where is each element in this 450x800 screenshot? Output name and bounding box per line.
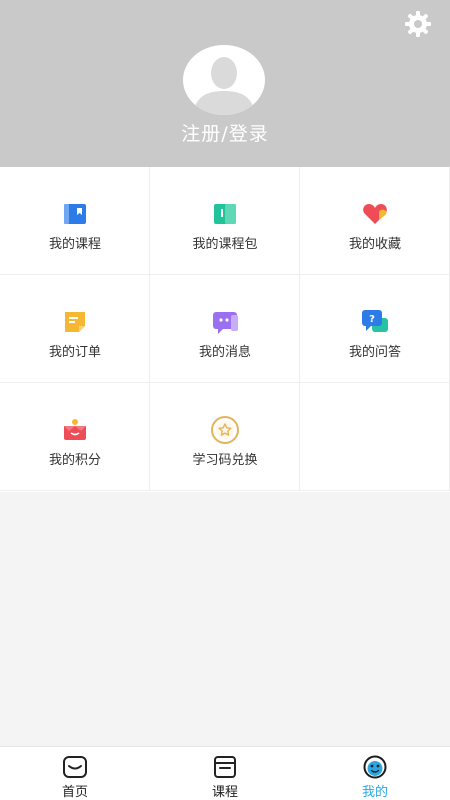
profile-icon (363, 755, 387, 779)
menu-item-my-favorites[interactable]: 我的收藏 (300, 167, 450, 275)
login-register-link[interactable]: 注册/登录 (0, 119, 450, 146)
menu-item-label: 我的课程包 (192, 237, 258, 252)
menu-item-my-orders[interactable]: 我的订单 (0, 275, 150, 383)
course-package-icon (214, 204, 236, 224)
menu-item-label: 我的积分 (48, 453, 101, 468)
menu-empty-cell (300, 383, 450, 491)
menu-item-label: 学习码兑换 (192, 453, 258, 468)
menu-item-label: 我的消息 (198, 345, 251, 360)
menu-item-code-redeem[interactable]: 学习码兑换 (150, 383, 300, 491)
menu-item-label: 我的收藏 (348, 237, 401, 252)
menu-item-my-points[interactable]: 我的积分 (0, 383, 150, 491)
message-bubble-icon (213, 312, 238, 334)
qa-bubble-icon: ? (362, 310, 388, 332)
course-icon (214, 756, 236, 778)
tab-home[interactable]: 首页 (0, 747, 150, 800)
profile-header: 注册/登录 (0, 0, 450, 167)
menu-item-my-course-package[interactable]: 我的课程包 (150, 167, 300, 275)
course-book-icon (64, 204, 86, 224)
tab-courses[interactable]: 课程 (150, 747, 300, 800)
tab-mine[interactable]: 我的 (300, 747, 450, 800)
menu-item-my-qa[interactable]: ? 我的问答 (300, 275, 450, 383)
tab-label: 我的 (361, 785, 388, 800)
menu-grid: 我的课程 我的课程包 我的收藏 我的订单 我的消息 ? 我的问答 我的积分 学习… (0, 167, 450, 492)
points-gift-icon (64, 419, 86, 440)
tab-label: 课程 (211, 785, 238, 800)
bottom-tab-bar: 首页 课程 我的 (0, 746, 450, 800)
menu-item-my-courses[interactable]: 我的课程 (0, 167, 150, 275)
order-note-icon (65, 312, 85, 332)
menu-item-label: 我的问答 (348, 345, 401, 360)
menu-item-label: 我的课程 (48, 237, 101, 252)
svg-text:?: ? (369, 314, 375, 325)
gear-icon[interactable] (404, 10, 432, 38)
redeem-star-icon (211, 416, 239, 444)
tab-label: 首页 (61, 785, 88, 800)
menu-item-my-messages[interactable]: 我的消息 (150, 275, 300, 383)
avatar-placeholder-icon (193, 57, 255, 115)
avatar[interactable] (183, 45, 265, 115)
favorite-heart-icon (363, 204, 387, 224)
menu-item-label: 我的订单 (48, 345, 101, 360)
home-icon (63, 756, 87, 778)
